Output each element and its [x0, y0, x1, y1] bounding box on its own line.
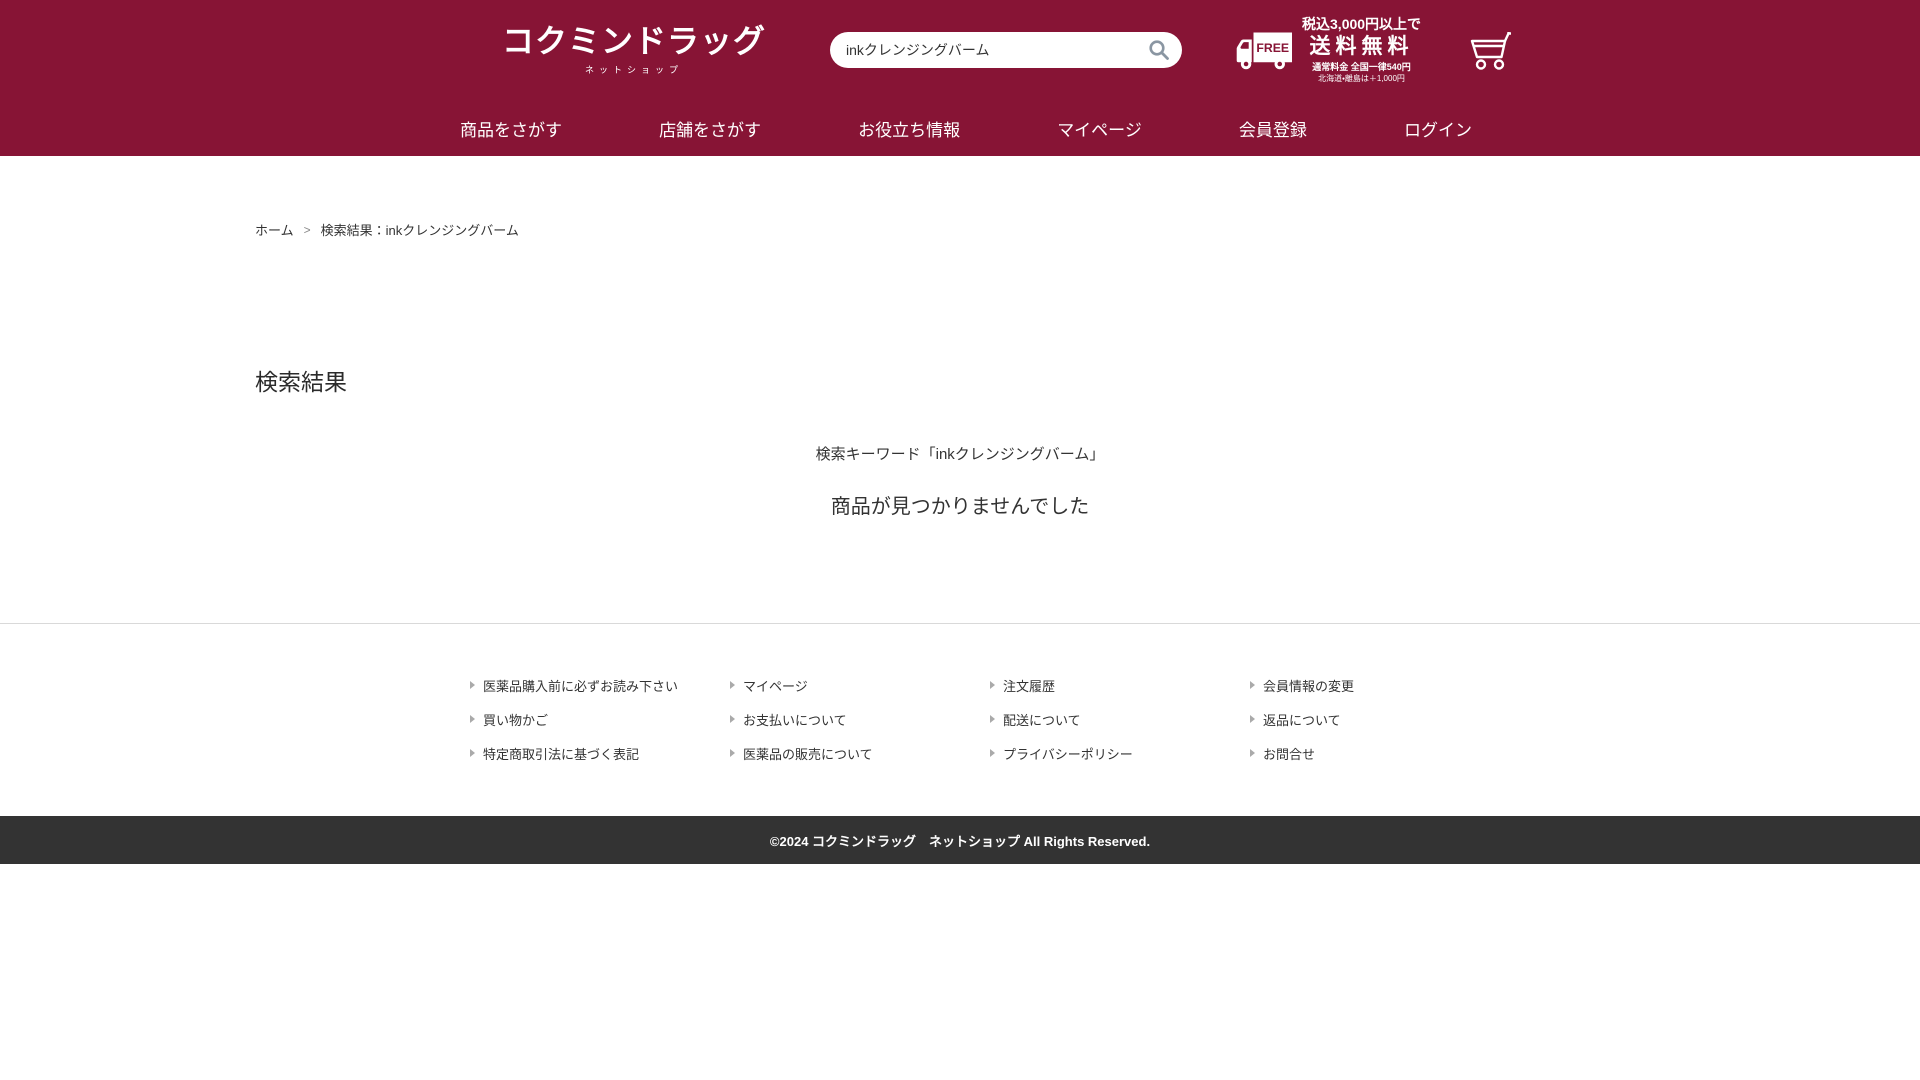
no-results-message: 商品が見つかりませんでした [255, 490, 1665, 623]
shipping-threshold: 税込3,000円以上で [1302, 16, 1421, 34]
shipping-text: 税込3,000円以上で 送料無料 通常料金 全国一律540円 北海道・離島は＋1… [1302, 16, 1421, 85]
site-logo[interactable]: コクミンドラッグ ネットショップ [502, 24, 766, 75]
main-nav: 商品をさがす 店舗をさがす お役立ち情報 マイページ 会員登録 ログイン [0, 100, 1920, 156]
search-bar [830, 32, 1182, 68]
search-input[interactable] [830, 32, 1182, 68]
page-title: 検索結果 [255, 363, 1665, 397]
footer-link-delivery[interactable]: 配送について [990, 702, 1250, 736]
shipping-free-label: 送料無料 [1302, 33, 1421, 60]
footer-link-privacy-policy[interactable]: プライバシーポリシー [990, 736, 1250, 770]
search-icon[interactable] [1148, 39, 1170, 61]
footer-link-returns[interactable]: 返品について [1250, 702, 1510, 736]
cart-icon [1467, 29, 1513, 71]
shipping-normal-fee: 通常料金 全国一律540円 [1302, 62, 1421, 74]
footer-column-3: 注文履歴 配送について プライバシーポリシー [990, 668, 1250, 770]
breadcrumb-separator: > [304, 223, 311, 237]
nav-item-login[interactable]: ログイン [1404, 116, 1472, 141]
breadcrumb-current: 検索結果：inkクレンジングバーム [321, 220, 519, 239]
arrow-right-icon [470, 749, 475, 757]
footer-link-medicine-notice[interactable]: 医薬品購入前に必ずお読み下さい [470, 668, 730, 702]
arrow-right-icon [1250, 681, 1255, 689]
footer-link-medicine-sales[interactable]: 医薬品の販売について [730, 736, 990, 770]
arrow-right-icon [730, 681, 735, 689]
footer-link-legal-notation[interactable]: 特定商取引法に基づく表記 [470, 736, 730, 770]
footer-column-1: 医薬品購入前に必ずお読み下さい 買い物かご 特定商取引法に基づく表記 [470, 668, 730, 770]
nav-item-products[interactable]: 商品をさがす [460, 116, 562, 141]
search-keyword-message: 検索キーワード「inkクレンジングバーム」 [255, 443, 1665, 464]
nav-item-stores[interactable]: 店舗をさがす [659, 116, 761, 141]
arrow-right-icon [470, 681, 475, 689]
logo-text: コクミンドラッグ [502, 24, 766, 59]
cart-button[interactable] [1467, 29, 1513, 71]
header-inner: コクミンドラッグ ネットショップ FREE 税込3,000円以上で [360, 0, 1560, 100]
arrow-right-icon [990, 715, 995, 723]
free-shipping-banner: FREE 税込3,000円以上で 送料無料 通常料金 全国一律540円 北海道・… [1236, 16, 1421, 85]
footer-links-section: 医薬品購入前に必ずお読み下さい 買い物かご 特定商取引法に基づく表記 マイページ… [0, 623, 1920, 816]
truck-free-label: FREE [1256, 41, 1289, 55]
main-nav-inner: 商品をさがす 店舗をさがす お役立ち情報 マイページ 会員登録 ログイン [360, 100, 1560, 156]
breadcrumb-home[interactable]: ホーム [255, 220, 294, 239]
arrow-right-icon [990, 681, 995, 689]
nav-item-register[interactable]: 会員登録 [1239, 116, 1307, 141]
logo-subtitle: ネットショップ [502, 63, 766, 76]
shipping-remote-fee: 北海道・離島は＋1,000円 [1302, 74, 1421, 84]
main-content: ホーム > 検索結果：inkクレンジングバーム 検索結果 検索キーワード「ink… [255, 156, 1665, 623]
arrow-right-icon [1250, 715, 1255, 723]
footer-column-4: 会員情報の変更 返品について お問合せ [1250, 668, 1510, 770]
footer-link-payment[interactable]: お支払いについて [730, 702, 990, 736]
footer-links-grid: 医薬品購入前に必ずお読み下さい 買い物かご 特定商取引法に基づく表記 マイページ… [470, 668, 1510, 770]
footer-link-order-history[interactable]: 注文履歴 [990, 668, 1250, 702]
breadcrumb: ホーム > 検索結果：inkクレンジングバーム [255, 156, 1665, 239]
footer-column-2: マイページ お支払いについて 医薬品の販売について [730, 668, 990, 770]
arrow-right-icon [990, 749, 995, 757]
footer-link-mypage[interactable]: マイページ [730, 668, 990, 702]
header: コクミンドラッグ ネットショップ FREE 税込3,000円以上で [0, 0, 1920, 100]
footer-copyright-bar: ©2024 コクミンドラッグ ネットショップ All Rights Reserv… [0, 816, 1920, 864]
nav-item-info[interactable]: お役立ち情報 [858, 116, 960, 141]
arrow-right-icon [730, 749, 735, 757]
copyright-text: ©2024 コクミンドラッグ ネットショップ All Rights Reserv… [770, 831, 1150, 850]
delivery-truck-icon: FREE [1236, 28, 1292, 72]
footer-link-contact[interactable]: お問合せ [1250, 736, 1510, 770]
arrow-right-icon [1250, 749, 1255, 757]
nav-item-mypage[interactable]: マイページ [1057, 116, 1142, 141]
arrow-right-icon [470, 715, 475, 723]
footer-link-member-info[interactable]: 会員情報の変更 [1250, 668, 1510, 702]
footer-link-cart[interactable]: 買い物かご [470, 702, 730, 736]
arrow-right-icon [730, 715, 735, 723]
